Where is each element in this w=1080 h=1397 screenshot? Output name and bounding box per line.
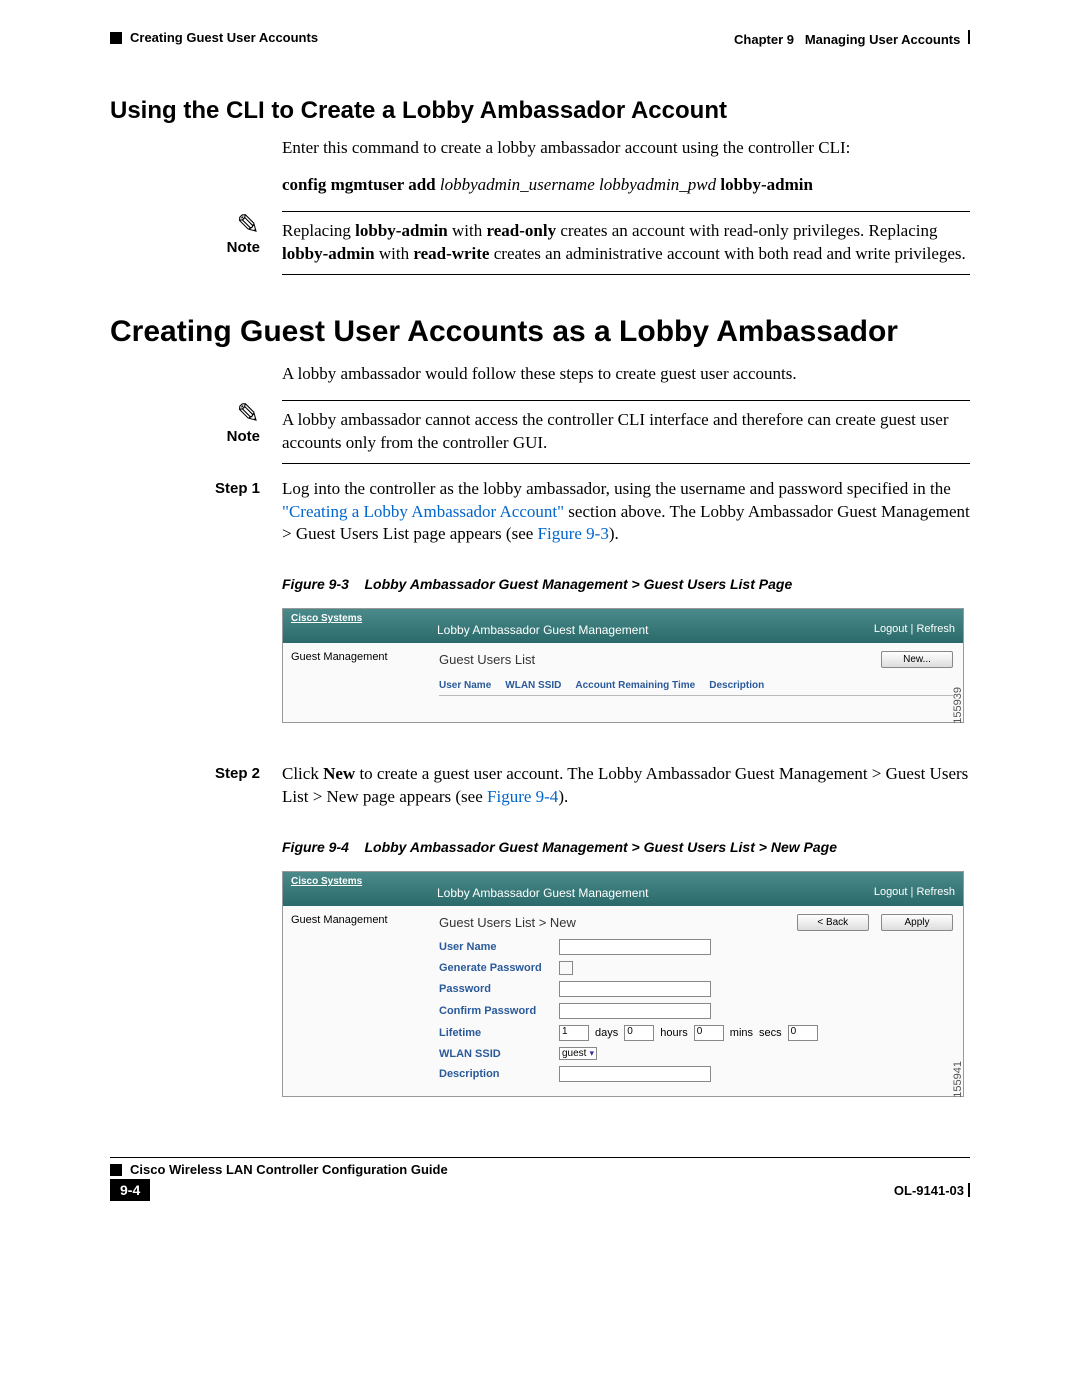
cmd-part: config mgmtuser add <box>282 175 440 194</box>
back-button[interactable]: < Back <box>797 914 869 931</box>
field-label: User Name <box>439 941 559 953</box>
app-title: Lobby Ambassador Guest Management <box>429 872 866 906</box>
step-body: Log into the controller as the lobby amb… <box>282 478 970 547</box>
col-header: WLAN SSID <box>505 680 561 691</box>
figure-ref-link[interactable]: Figure 9-4 <box>487 787 558 806</box>
field-label: Confirm Password <box>439 1005 559 1017</box>
note-block: ✎ Note A lobby ambassador cannot access … <box>110 400 970 464</box>
refresh-link[interactable]: Refresh <box>916 623 955 635</box>
figure-id: 155941 <box>952 1061 964 1098</box>
page-number: 9-4 <box>110 1179 150 1201</box>
description-input[interactable] <box>559 1066 711 1082</box>
document-id: OL-9141-03 <box>894 1183 964 1198</box>
intro-text: Enter this command to create a lobby amb… <box>282 137 970 160</box>
password-input[interactable] <box>559 981 711 997</box>
intro-text: A lobby ambassador would follow these st… <box>282 363 970 386</box>
field-label: Password <box>439 983 559 995</box>
note-icon: ✎ <box>237 400 260 428</box>
step-label: Step 1 <box>110 478 282 497</box>
note-icon: ✎ <box>237 211 260 239</box>
page-title: Guest Users List > New <box>439 915 576 930</box>
lifetime-days-input[interactable]: 1 <box>559 1025 589 1041</box>
book-title: Cisco Wireless LAN Controller Configurat… <box>130 1162 448 1177</box>
confirm-password-input[interactable] <box>559 1003 711 1019</box>
field-label: Generate Password <box>439 962 559 974</box>
wlan-ssid-select[interactable]: guest▾ <box>559 1047 597 1060</box>
field-label: Description <box>439 1068 559 1080</box>
chapter-number: Chapter 9 <box>734 32 794 47</box>
generate-password-checkbox[interactable] <box>559 961 573 975</box>
section-heading-cli: Using the CLI to Create a Lobby Ambassad… <box>110 97 970 125</box>
field-label: WLAN SSID <box>439 1048 559 1060</box>
figure-caption: Figure 9-3 Lobby Ambassador Guest Manage… <box>282 576 970 592</box>
divider-icon <box>968 1183 970 1197</box>
cmd-arg: lobbyadmin_username lobbyadmin_pwd <box>440 175 720 194</box>
cmd-part: lobby-admin <box>720 175 813 194</box>
page-title: Guest Users List <box>439 652 535 667</box>
step-body: Click New to create a guest user account… <box>282 763 970 809</box>
section-heading-guest: Creating Guest User Accounts as a Lobby … <box>110 315 970 349</box>
lifetime-hours-input[interactable]: 0 <box>624 1025 654 1041</box>
col-header: User Name <box>439 680 491 691</box>
figure-caption: Figure 9-4 Lobby Ambassador Guest Manage… <box>282 839 970 855</box>
figure-ref-link[interactable]: Figure 9-3 <box>538 524 609 543</box>
col-header: Account Remaining Time <box>575 680 695 691</box>
cross-ref-link[interactable]: "Creating a Lobby Ambassador Account" <box>282 502 564 521</box>
sidebar-item[interactable]: Guest Management <box>283 906 429 1096</box>
sidebar-item[interactable]: Guest Management <box>283 643 429 722</box>
figure-9-3: Cisco Systems Lobby Ambassador Guest Man… <box>282 608 964 723</box>
page-footer: Cisco Wireless LAN Controller Configurat… <box>110 1158 970 1177</box>
square-bullet-icon <box>110 32 122 44</box>
lifetime-secs-input[interactable]: 0 <box>788 1025 818 1041</box>
chapter-title: Managing User Accounts <box>805 32 961 47</box>
divider-icon <box>968 30 970 44</box>
table-header: User Name WLAN SSID Account Remaining Ti… <box>439 676 953 696</box>
cisco-logo: Cisco Systems <box>283 872 429 906</box>
note-label: Note <box>227 428 260 445</box>
lifetime-mins-input[interactable]: 0 <box>694 1025 724 1041</box>
refresh-link[interactable]: Refresh <box>916 886 955 898</box>
apply-button[interactable]: Apply <box>881 914 953 931</box>
figure-id: 155939 <box>952 687 964 724</box>
step-row: Step 2 Click New to create a guest user … <box>110 763 970 809</box>
username-input[interactable] <box>559 939 711 955</box>
chevron-down-icon: ▾ <box>589 1048 594 1059</box>
step-row: Step 1 Log into the controller as the lo… <box>110 478 970 547</box>
note-label: Note <box>227 239 260 256</box>
breadcrumb: Creating Guest User Accounts <box>130 30 318 45</box>
cisco-logo: Cisco Systems <box>283 609 429 643</box>
logout-link[interactable]: Logout <box>874 623 908 635</box>
new-button[interactable]: New... <box>881 651 953 668</box>
app-title: Lobby Ambassador Guest Management <box>429 609 866 643</box>
note-body: Replacing lobby-admin with read-only cre… <box>282 211 970 275</box>
square-bullet-icon <box>110 1164 122 1176</box>
field-label: Lifetime <box>439 1027 559 1039</box>
figure-9-4: Cisco Systems Lobby Ambassador Guest Man… <box>282 871 964 1097</box>
note-block: ✎ Note Replacing lobby-admin with read-o… <box>110 211 970 275</box>
col-header: Description <box>709 680 764 691</box>
cli-command: config mgmtuser add lobbyadmin_username … <box>282 174 970 197</box>
logout-link[interactable]: Logout <box>874 886 908 898</box>
note-body: A lobby ambassador cannot access the con… <box>282 400 970 464</box>
step-label: Step 2 <box>110 763 282 782</box>
page-header: Creating Guest User Accounts Chapter 9 M… <box>110 30 970 47</box>
